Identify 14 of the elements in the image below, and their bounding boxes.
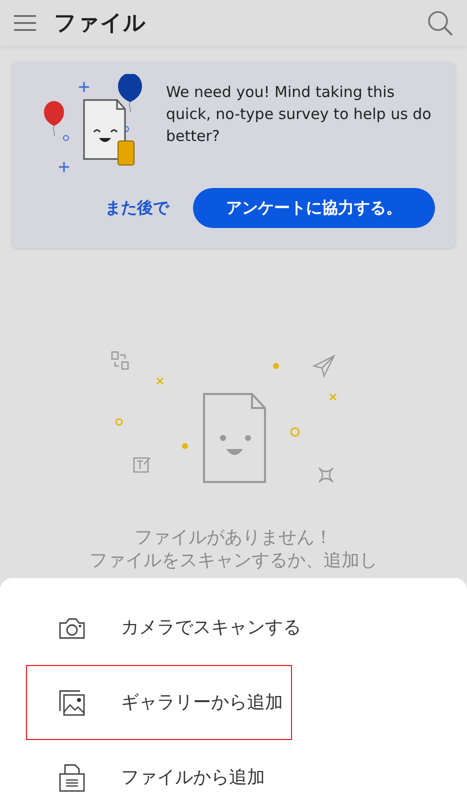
menu-icon[interactable] [14, 15, 36, 31]
screen-title: ファイル [54, 10, 146, 38]
search-icon[interactable] [427, 10, 453, 36]
image-icon [59, 690, 85, 716]
sheet-menu-item[interactable]: ギャラリーから追加 [26, 665, 292, 740]
sheet-menu-item[interactable]: ファイルから追加 [26, 740, 292, 800]
survey-button[interactable]: アンケートに協力する。 [193, 188, 435, 228]
camera-icon [59, 616, 85, 638]
empty-message: ファイルがありません！ [134, 526, 332, 550]
empty-message: ファイルをスキャンするか、追加し [90, 549, 378, 573]
document-icon [59, 764, 85, 792]
later-button[interactable]: また後で [105, 196, 169, 220]
survey-message: We need you! Mind taking this quick, no-type survey to help us do better? [166, 82, 432, 146]
sheet-menu-item[interactable]: カメラでスキャンする [26, 590, 308, 665]
